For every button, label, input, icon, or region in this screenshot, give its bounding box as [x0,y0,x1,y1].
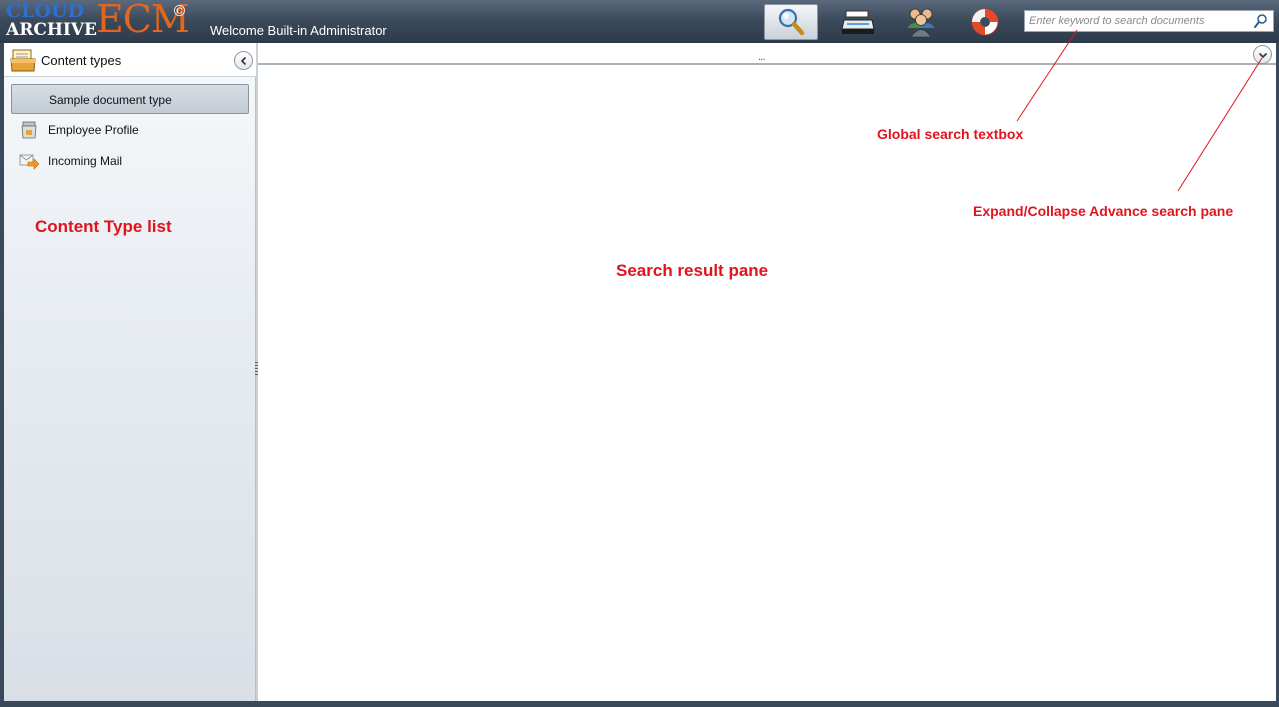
logo-copyright: © [172,2,187,20]
advanced-search-grip[interactable]: ··· [758,56,765,66]
search-icon [778,8,805,36]
content-type-label: Employee Profile [48,123,139,137]
scan-toolbar-button[interactable] [831,4,885,40]
app-header: CLOUD ARCHIVE ECM © Welcome Built-in Adm… [0,0,1279,43]
content-type-item[interactable]: Employee Profile [11,115,249,145]
content-types-panel: Content types Sample document type Emplo… [4,43,256,701]
chevron-down-icon [1258,52,1267,58]
content-type-item[interactable]: Sample document type [11,84,249,114]
content-types-icon [10,49,36,72]
logo-archive-text: ARCHIVE [6,20,98,40]
content-type-item[interactable]: Incoming Mail [11,146,249,176]
content-types-header: Content types [4,43,256,77]
expand-advanced-search-button[interactable] [1253,45,1272,64]
window-bottom-edge [0,701,1279,707]
search-submit-icon[interactable] [1253,13,1269,29]
collapse-sidebar-button[interactable] [234,51,253,70]
annotation-content-type-list: Content Type list [35,217,172,236]
annotation-expand-collapse: Expand/Collapse Advance search pane [973,203,1234,219]
users-toolbar-button[interactable] [894,4,948,40]
annotation-global-search: Global search textbox [877,126,1024,142]
global-search-input[interactable] [1025,11,1251,31]
global-search-box [1024,10,1274,32]
employee-profile-icon [21,121,37,139]
logo-cloud-text: CLOUD [6,0,85,22]
content-type-label: Incoming Mail [48,154,123,168]
panel-title: Content types [41,53,122,68]
welcome-message: Welcome Built-in Administrator [210,23,387,38]
chevron-left-icon [240,56,246,65]
incoming-mail-icon [19,154,39,170]
scanner-icon [841,10,875,34]
app-logo: CLOUD ARCHIVE ECM © [4,0,190,41]
advanced-search-bar: ··· [258,43,1276,66]
content-type-label: Sample document type [49,93,172,107]
help-toolbar-button[interactable] [958,4,1012,40]
annotation-search-result: Search result pane [616,261,769,280]
lifebuoy-icon [971,8,999,36]
search-toolbar-button[interactable] [764,4,818,40]
search-result-pane: ··· [258,43,1276,701]
users-icon [907,8,935,38]
